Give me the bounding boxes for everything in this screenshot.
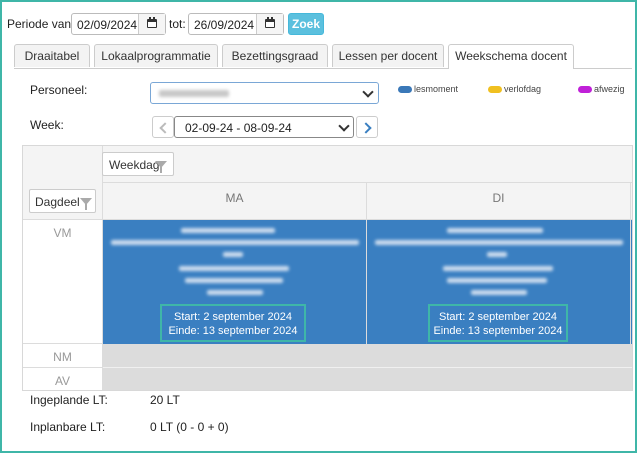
row-label-nm: NM — [53, 350, 72, 364]
chevron-down-icon — [362, 86, 374, 98]
date-to-value: 26/09/2024 — [194, 18, 255, 32]
date-from-calendar-button[interactable] — [138, 14, 165, 34]
day-header-di: DI — [492, 191, 505, 205]
dagdeel-filter-label: Dagdeel — [35, 195, 80, 209]
event-start-text: Start: 2 september 2024 — [438, 311, 557, 323]
event-end-text: Einde: 13 september 2024 — [168, 325, 298, 337]
calendar-icon — [147, 17, 157, 28]
day-header-ma: MA — [225, 191, 244, 205]
tab-bezettingsgraad[interactable]: Bezettingsgraad — [222, 44, 328, 67]
personeel-label: Personeel: — [30, 83, 88, 97]
ingeplande-value: 20 LT — [150, 393, 180, 407]
event-date-highlight: Start: 2 september 2024 Einde: 13 septem… — [160, 304, 306, 342]
periode-label: Periode van: — [7, 17, 75, 31]
week-prev-button[interactable] — [152, 116, 174, 138]
event-end-text: Einde: 13 september 2024 — [433, 325, 563, 337]
event-detail-redacted — [185, 278, 283, 283]
week-next-button[interactable] — [356, 116, 378, 138]
week-value: 02-09-24 - 08-09-24 — [185, 121, 292, 135]
weekdag-filter-label: Weekdag — [109, 158, 160, 172]
event-start-text: Start: 2 september 2024 — [173, 311, 292, 323]
legend-lesmoment-swatch — [398, 86, 412, 93]
grid-divider — [23, 343, 103, 344]
tab-lessen-per-docent[interactable]: Lessen per docent — [332, 44, 444, 67]
legend-lesmoment-label: lesmoment — [414, 84, 459, 94]
tab-draaitabel[interactable]: Draaitabel — [14, 44, 90, 67]
event-detail-redacted — [443, 266, 553, 271]
event-detail-redacted — [487, 252, 507, 257]
grid-divider — [23, 367, 103, 368]
event-detail-redacted — [471, 290, 527, 295]
weekdag-filter-chip[interactable]: Weekdag — [102, 152, 174, 176]
event-detail-redacted — [111, 240, 359, 245]
personeel-select[interactable] — [150, 82, 379, 104]
tab-lokaalprogrammatie[interactable]: Lokaalprogrammatie — [94, 44, 218, 67]
filter-icon — [155, 161, 167, 173]
week-label: Week: — [30, 118, 64, 132]
row-label-av: AV — [54, 374, 71, 388]
date-from-value: 02/09/2024 — [77, 18, 138, 32]
event-detail-redacted — [447, 278, 547, 283]
legend-afwezig-label: afwezig — [594, 84, 625, 94]
event-detail-redacted — [181, 228, 275, 233]
lesson-event-partial — [631, 220, 632, 344]
lesson-event-ma[interactable]: Start: 2 september 2024 Einde: 13 septem… — [103, 220, 366, 344]
filter-icon — [80, 198, 92, 210]
event-detail-redacted — [179, 266, 289, 271]
personeel-value-redacted — [159, 90, 229, 97]
inplanbare-label: Inplanbare LT: — [30, 420, 106, 434]
date-to-field[interactable]: 26/09/2024 — [188, 13, 284, 35]
inplanbare-value: 0 LT (0 - 0 + 0) — [150, 420, 229, 434]
tab-bar: Draaitabel Lokaalprogrammatie Bezettings… — [14, 44, 632, 69]
chevron-down-icon — [338, 120, 350, 132]
event-detail-redacted — [447, 228, 543, 233]
week-schedule-grid: Weekdag Dagdeel MA DI VM NM AV Start: 2 … — [22, 145, 633, 391]
event-date-highlight: Start: 2 september 2024 Einde: 13 septem… — [428, 304, 568, 342]
legend-afwezig-swatch — [578, 86, 592, 93]
grid-divider — [103, 182, 632, 183]
grid-divider — [103, 367, 632, 368]
lesson-event-di[interactable]: Start: 2 september 2024 Einde: 13 septem… — [367, 220, 630, 344]
tot-label: tot: — [169, 17, 186, 31]
week-select[interactable]: 02-09-24 - 08-09-24 — [174, 116, 354, 138]
ingeplande-label: Ingeplande LT: — [30, 393, 108, 407]
legend-verlofdag-label: verlofdag — [504, 84, 542, 94]
event-detail-redacted — [375, 240, 623, 245]
date-from-field[interactable]: 02/09/2024 — [71, 13, 166, 35]
row-label-vm: VM — [53, 226, 72, 240]
calendar-icon — [265, 17, 275, 28]
dagdeel-filter-chip[interactable]: Dagdeel — [29, 189, 96, 213]
event-detail-redacted — [223, 252, 243, 257]
date-to-calendar-button[interactable] — [256, 14, 283, 34]
event-detail-redacted — [207, 290, 263, 295]
chevron-right-icon — [360, 122, 372, 134]
zoek-button[interactable]: Zoek — [288, 13, 324, 35]
chevron-left-icon — [159, 122, 171, 134]
legend-verlofdag-swatch — [488, 86, 502, 93]
tab-weekschema-docent[interactable]: Weekschema docent — [448, 44, 574, 69]
